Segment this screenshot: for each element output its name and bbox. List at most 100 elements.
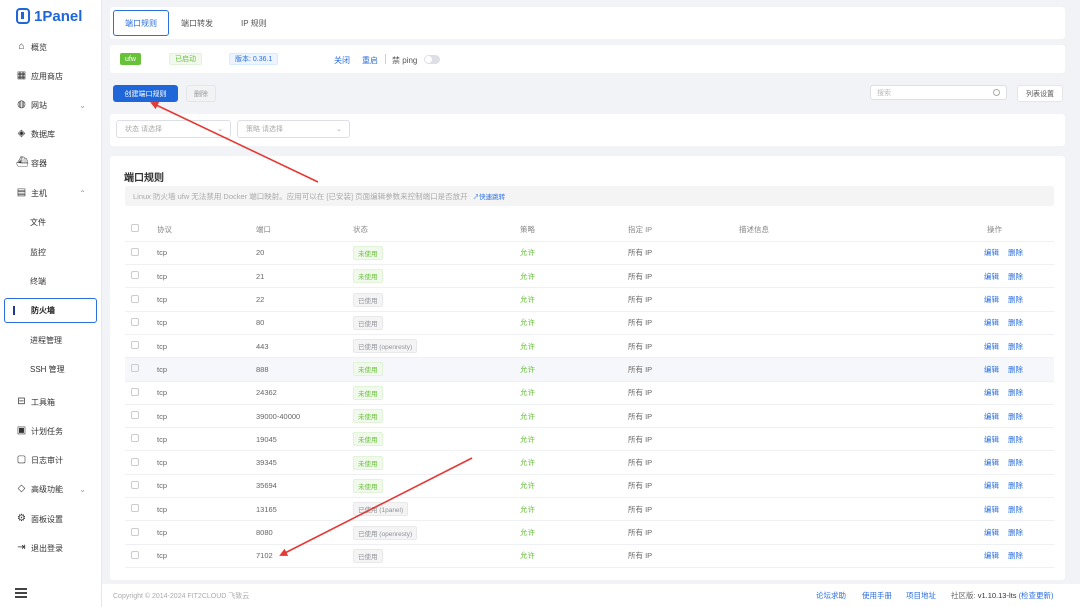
edit-link[interactable]: 编辑 xyxy=(984,388,999,397)
delete-link[interactable]: 删除 xyxy=(1008,551,1023,560)
sidebar-item-container[interactable]: ⛴ 容器 xyxy=(0,151,102,175)
sidebar-item-ssh[interactable]: SSH 管理 xyxy=(0,357,102,381)
select-all-checkbox[interactable] xyxy=(131,224,139,233)
sidebar-item-website[interactable]: ◍ 网站 ⌄ xyxy=(0,93,102,117)
row-checkbox[interactable] xyxy=(131,550,139,559)
sidebar-item-cron[interactable]: ▣ 计划任务 xyxy=(0,419,102,443)
sidebar-item-logout[interactable]: ⇥ 退出登录 xyxy=(0,536,102,560)
edit-link[interactable]: 编辑 xyxy=(984,248,999,257)
forum-link[interactable]: 论坛求助 xyxy=(816,590,846,601)
edit-link[interactable]: 编辑 xyxy=(984,272,999,281)
edit-link[interactable]: 编辑 xyxy=(984,505,999,514)
edit-link[interactable]: 编辑 xyxy=(984,458,999,467)
sidebar-item-firewall[interactable]: 防火墙 xyxy=(4,298,97,323)
cell-description xyxy=(739,264,973,289)
cell-description xyxy=(739,474,973,499)
cell-protocol: tcp xyxy=(157,497,256,522)
row-checkbox[interactable] xyxy=(131,341,139,350)
delete-link[interactable]: 删除 xyxy=(1008,528,1023,537)
project-link[interactable]: 项目地址 xyxy=(906,590,936,601)
table-row: tcp 39000-40000 未使用 允许 所有 IP 编辑 删除 xyxy=(125,404,1054,429)
settings-icon: ⚙ xyxy=(17,513,26,524)
sidebar-item-app-store[interactable]: ▦ 应用商店 xyxy=(0,64,102,88)
calendar-icon: ▣ xyxy=(16,425,27,436)
row-checkbox[interactable] xyxy=(131,457,139,466)
row-checkbox[interactable] xyxy=(131,434,139,443)
delete-link[interactable]: 删除 xyxy=(1008,342,1023,351)
sidebar-item-database[interactable]: ◈ 数据库 xyxy=(0,122,102,146)
delete-link[interactable]: 删除 xyxy=(1008,388,1023,397)
delete-link[interactable]: 删除 xyxy=(1008,365,1023,374)
edit-link[interactable]: 编辑 xyxy=(984,481,999,490)
row-checkbox[interactable] xyxy=(131,247,139,256)
sidebar-item-overview[interactable]: ⌂ 概览 xyxy=(0,35,102,59)
row-checkbox[interactable] xyxy=(131,271,139,280)
sidebar-item-toolbox[interactable]: ⊟ 工具箱 xyxy=(0,390,102,414)
row-checkbox[interactable] xyxy=(131,294,139,303)
sidebar-item-advanced[interactable]: ◇ 高级功能 ⌄ xyxy=(0,477,102,501)
menu-collapse-icon[interactable] xyxy=(15,588,27,598)
tab-port-forward[interactable]: 端口转发 xyxy=(170,10,224,36)
list-settings-button[interactable]: 列表设置 xyxy=(1017,85,1063,102)
edit-link[interactable]: 编辑 xyxy=(984,435,999,444)
cell-description xyxy=(739,497,973,522)
edit-link[interactable]: 编辑 xyxy=(984,528,999,537)
sidebar-item-settings[interactable]: ⚙ 面板设置 xyxy=(0,507,102,531)
check-update-link[interactable]: (检查更新) xyxy=(1019,591,1054,600)
row-checkbox[interactable] xyxy=(131,317,139,326)
cell-actions: 编辑 删除 xyxy=(973,334,1054,359)
delete-link[interactable]: 删除 xyxy=(1008,481,1023,490)
sidebar-item-files[interactable]: 文件 xyxy=(0,210,102,234)
delete-link[interactable]: 删除 xyxy=(1008,295,1023,304)
container-icon: ⛴ xyxy=(16,157,29,168)
tab-ip-rules[interactable]: IP 规则 xyxy=(230,10,278,36)
cell-protocol: tcp xyxy=(157,450,256,475)
policy-text: 允许 xyxy=(520,528,535,537)
row-checkbox[interactable] xyxy=(131,480,139,489)
delete-link[interactable]: 删除 xyxy=(1008,318,1023,327)
delete-link[interactable]: 删除 xyxy=(1008,458,1023,467)
row-checkbox[interactable] xyxy=(131,504,139,513)
cell-actions: 编辑 删除 xyxy=(973,474,1054,499)
edit-link[interactable]: 编辑 xyxy=(984,551,999,560)
sidebar-item-host[interactable]: ▤ 主机 ⌃ xyxy=(0,181,102,205)
row-checkbox[interactable] xyxy=(131,364,139,373)
search-input[interactable]: 搜索 xyxy=(870,85,1007,100)
edit-link[interactable]: 编辑 xyxy=(984,365,999,374)
ping-toggle[interactable] xyxy=(424,55,440,64)
create-port-rule-button[interactable]: 创建端口规则 xyxy=(113,85,178,102)
restart-firewall-link[interactable]: 重启 xyxy=(362,55,378,66)
delete-link[interactable]: 删除 xyxy=(1008,435,1023,444)
edit-link[interactable]: 编辑 xyxy=(984,295,999,304)
row-checkbox[interactable] xyxy=(131,387,139,396)
cell-status: 未使用 xyxy=(353,264,520,289)
edit-link[interactable]: 编辑 xyxy=(984,342,999,351)
tab-port-rules[interactable]: 端口规则 xyxy=(113,10,169,36)
sidebar-item-label: 监控 xyxy=(30,247,46,257)
sidebar-item-terminal[interactable]: 终端 xyxy=(0,269,102,293)
sidebar-item-logs[interactable]: ▢ 日志审计 xyxy=(0,448,102,472)
row-checkbox[interactable] xyxy=(131,411,139,420)
app-logo[interactable]: 1Panel xyxy=(16,7,82,25)
strategy-filter-select[interactable]: 策略 请选择 ⌄ xyxy=(237,120,350,138)
status-tag: 已使用 xyxy=(353,315,383,330)
status-tag: 已使用 (openresty) xyxy=(353,339,418,354)
cell-actions: 编辑 删除 xyxy=(973,450,1054,475)
status-filter-select[interactable]: 状态 请选择 ⌄ xyxy=(116,120,231,138)
delete-link[interactable]: 删除 xyxy=(1008,412,1023,421)
delete-link[interactable]: 删除 xyxy=(1008,272,1023,281)
edit-link[interactable]: 编辑 xyxy=(984,412,999,421)
sidebar-item-process[interactable]: 进程管理 xyxy=(0,328,102,352)
delete-button[interactable]: 删除 xyxy=(186,85,216,102)
row-checkbox[interactable] xyxy=(131,527,139,536)
cell-status: 已使用 xyxy=(353,287,520,312)
manual-link[interactable]: 使用手册 xyxy=(862,590,892,601)
sidebar-item-label: 容器 xyxy=(31,158,47,168)
cell-ip: 所有 IP xyxy=(628,497,739,522)
edit-link[interactable]: 编辑 xyxy=(984,318,999,327)
quick-jump-link[interactable]: ↗快速跳转 xyxy=(473,191,506,201)
delete-link[interactable]: 删除 xyxy=(1008,248,1023,257)
sidebar-item-monitor[interactable]: 监控 xyxy=(0,240,102,264)
delete-link[interactable]: 删除 xyxy=(1008,505,1023,514)
stop-firewall-link[interactable]: 关闭 xyxy=(334,55,350,66)
